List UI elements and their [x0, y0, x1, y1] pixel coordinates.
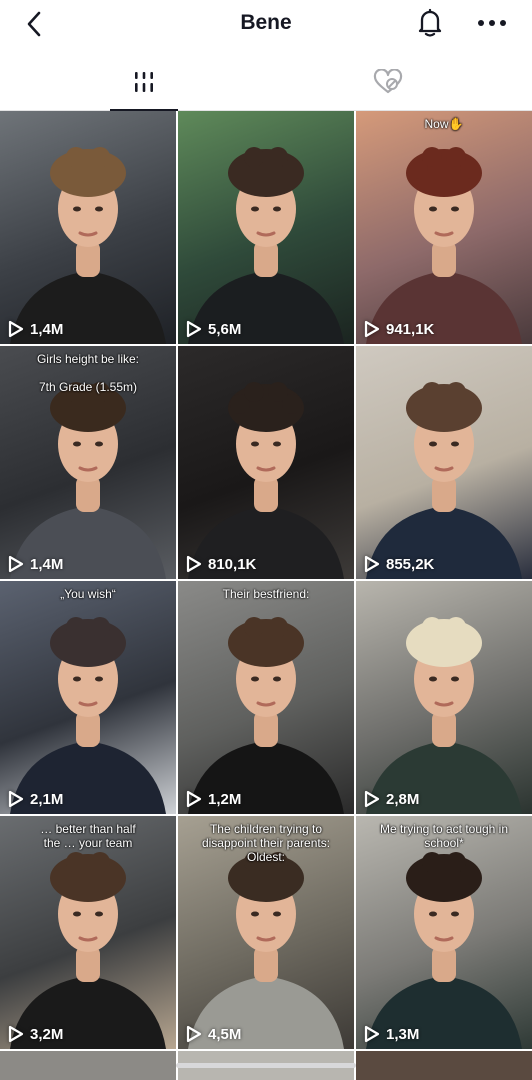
view-count: 1,2M [186, 790, 241, 808]
thumbnail-person-image [10, 617, 166, 814]
video-thumbnail[interactable]: … better than half the … your team 3,2M [0, 816, 176, 1049]
video-thumbnail-partial[interactable] [356, 1051, 532, 1080]
play-icon [8, 555, 24, 573]
view-count: 1,3M [364, 1025, 419, 1043]
view-count-label: 2,1M [30, 790, 64, 808]
view-count-label: 2,8M [386, 790, 420, 808]
view-count: 4,5M [186, 1025, 241, 1043]
play-icon [186, 555, 202, 573]
video-caption-overlay: Me trying to act tough in school* [379, 822, 509, 850]
view-count-label: 3,2M [30, 1025, 64, 1043]
play-icon [364, 320, 380, 338]
play-icon [364, 790, 380, 808]
view-count-label: 5,6M [208, 320, 242, 338]
thumbnail-person-image [366, 382, 522, 579]
thumbnail-person-image [10, 852, 166, 1049]
thumbnail-person-image [366, 617, 522, 814]
notifications-button[interactable] [413, 6, 447, 40]
play-icon [186, 320, 202, 338]
more-horizontal-icon [478, 20, 506, 26]
top-bar: Bene [0, 0, 532, 54]
view-count: 1,4M [8, 555, 63, 573]
tab-liked[interactable] [354, 54, 422, 110]
hidden-heart-icon [373, 69, 403, 94]
video-caption-overlay: … better than half the … your team [40, 822, 136, 850]
video-thumbnail-partial[interactable] [0, 1051, 176, 1080]
video-thumbnail[interactable]: Their bestfriend: 1,2M [178, 581, 354, 814]
view-count-label: 810,1K [208, 555, 257, 573]
view-count-label: 855,2K [386, 555, 435, 573]
play-icon [8, 790, 24, 808]
view-count-label: 1,4M [30, 555, 64, 573]
home-indicator [176, 1063, 356, 1068]
thumbnail-person-image [188, 382, 344, 579]
view-count-label: 4,5M [208, 1025, 242, 1043]
back-button[interactable] [18, 8, 50, 40]
video-caption-overlay: Now✋ [424, 117, 464, 131]
view-count-label: 941,1K [386, 320, 435, 338]
view-count: 855,2K [364, 555, 434, 573]
view-count: 1,4M [8, 320, 63, 338]
play-icon [8, 1025, 24, 1043]
view-count-label: 1,2M [208, 790, 242, 808]
play-icon [186, 790, 202, 808]
chevron-left-icon [27, 11, 41, 37]
video-thumbnail[interactable]: „You wish“ 2,1M [0, 581, 176, 814]
view-count-label: 1,3M [386, 1025, 420, 1043]
thumbnail-person-image [10, 147, 166, 344]
video-grid: 1,4M 5,6M Now✋ 941,1K Girls height be like: … [0, 111, 532, 1080]
profile-title: Bene [240, 11, 292, 34]
thumbnail-person-image [188, 147, 344, 344]
view-count: 3,2M [8, 1025, 63, 1043]
thumbnail-person-image [366, 147, 522, 344]
play-icon [364, 555, 380, 573]
bell-icon [418, 8, 442, 37]
thumbnail-person-image [188, 617, 344, 814]
more-options-button[interactable] [474, 6, 510, 40]
grid-bars-icon [135, 72, 153, 92]
video-thumbnail[interactable]: Me trying to act tough in school* 1,3M [356, 816, 532, 1049]
video-thumbnail[interactable]: Girls height be like: 7th Grade (1.55m) 1… [0, 346, 176, 579]
thumbnail-person-image [366, 852, 522, 1049]
video-thumbnail[interactable]: 1,4M [0, 111, 176, 344]
play-icon [186, 1025, 202, 1043]
video-thumbnail[interactable]: 810,1K [178, 346, 354, 579]
view-count: 810,1K [186, 555, 256, 573]
video-thumbnail[interactable]: 2,8M [356, 581, 532, 814]
view-count: 2,8M [364, 790, 419, 808]
video-thumbnail[interactable]: 855,2K [356, 346, 532, 579]
video-caption-overlay: Their bestfriend: [222, 587, 310, 601]
video-thumbnail[interactable]: Now✋ 941,1K [356, 111, 532, 344]
tab-videos[interactable] [110, 54, 178, 110]
video-thumbnail[interactable]: The children trying to disappoint their … [178, 816, 354, 1049]
play-icon [364, 1025, 380, 1043]
play-icon [8, 320, 24, 338]
view-count-label: 1,4M [30, 320, 64, 338]
view-count: 941,1K [364, 320, 434, 338]
video-caption-overlay: Girls height be like: 7th Grade (1.55m) [36, 352, 140, 394]
video-caption-overlay: „You wish“ [60, 587, 116, 601]
view-count: 5,6M [186, 320, 241, 338]
view-count: 2,1M [8, 790, 63, 808]
video-caption-overlay: The children trying to disappoint their … [201, 822, 331, 864]
profile-tabs [0, 54, 532, 111]
video-thumbnail[interactable]: 5,6M [178, 111, 354, 344]
